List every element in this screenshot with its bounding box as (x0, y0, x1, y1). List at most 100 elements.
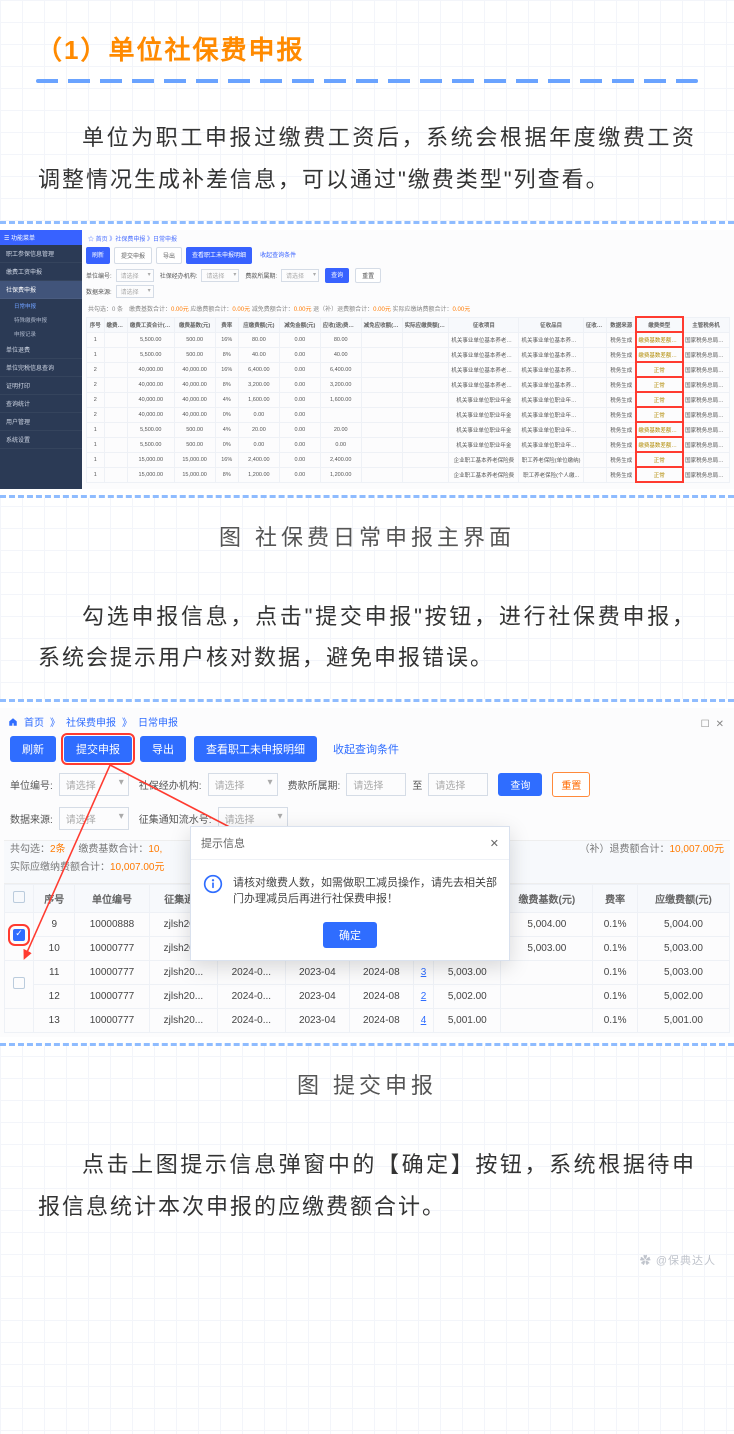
view-detail-button[interactable]: 查看职工未申报明细 (186, 247, 252, 264)
checkbox[interactable] (13, 929, 25, 941)
collapse-link[interactable]: 收起查询条件 (325, 736, 407, 762)
sidebar-item[interactable]: 单位退费 (0, 341, 82, 359)
col-header: 缴费基数(元) (501, 885, 593, 913)
section-heading: （1）单位社保费申报 (0, 0, 734, 73)
paragraph-2: 勾选申报信息，点击"提交申报"按钮，进行社保费申报，系统会提示用户核对数据，避免… (0, 562, 734, 700)
modal-title: 提示信息 (201, 835, 245, 851)
filter-bar: 单位编号:请选择 社保经办机构:请选择 费款所属期:请选择 查询 重置 (86, 268, 730, 283)
table-row[interactable]: 15,500.00500.008%40.000.0040.00机关事业单位基本养… (87, 347, 730, 362)
table-row[interactable]: 240,000.0040,000.000%0.000.00机关事业单位职业年金机… (87, 407, 730, 422)
org-select[interactable]: 请选择 (208, 773, 278, 796)
sidebar-item[interactable]: 系统设置 (0, 431, 82, 449)
count-link[interactable]: 4 (421, 1015, 427, 1026)
col-header: 征收品目 (519, 317, 583, 332)
col-header: 缴费人数 (104, 317, 127, 332)
col-header: 费率 (215, 317, 238, 332)
export-button[interactable]: 导出 (140, 736, 186, 762)
sidebar-item[interactable]: 缴费工资申报 (0, 263, 82, 281)
paragraph-3: 点击上图提示信息弹窗中的【确定】按钮，系统根据待申报信息统计本次申报的应缴费额合… (0, 1110, 734, 1248)
col-header: 减免金额(元) (279, 317, 320, 332)
col-header: 单位编号 (75, 885, 150, 913)
source-select[interactable]: 请选择 (59, 807, 129, 830)
data-table: 序号缴费人数缴费工资合计(元)缴费基数(元)费率应缴费额(元)减免金额(元)应收… (86, 317, 730, 483)
unit-select[interactable]: 请选择 (116, 269, 154, 282)
checkbox[interactable] (13, 891, 25, 903)
checkbox[interactable] (13, 977, 25, 989)
sidebar-item[interactable]: 证明打印 (0, 377, 82, 395)
view-detail-button[interactable]: 查看职工未申报明细 (194, 736, 317, 762)
sidebar-item-active[interactable]: 社保费申报 (0, 281, 82, 299)
sidebar-sub[interactable]: 申报记录 (0, 327, 82, 341)
close-icon[interactable]: ✕ (716, 719, 724, 730)
col-header: 实际应缴费额(元) (402, 317, 449, 332)
sidebar-sub-active[interactable]: 日常申报 (0, 299, 82, 313)
crumb: 日常申报 (138, 714, 178, 729)
filter-label: 单位编号: (86, 271, 112, 280)
submit-button[interactable]: 提交申报 (64, 736, 132, 762)
date-to[interactable]: 请选择 (428, 773, 488, 796)
col-header: 主管税务机 (683, 317, 730, 332)
table-row[interactable]: 240,000.0040,000.008%3,200.000.003,200.0… (87, 377, 730, 392)
query-button[interactable]: 查询 (325, 268, 349, 283)
sidebar-item[interactable]: 查询统计 (0, 395, 82, 413)
modal-body: 请核对缴费人数，如需做职工减员操作，请先去相关部门办理减员后再进行社保费申报！ (233, 874, 497, 906)
crumb[interactable]: 社保费申报 (66, 714, 116, 729)
table-row[interactable]: 240,000.0040,000.004%1,600.000.001,600.0… (87, 392, 730, 407)
watermark: ✿ @保典达人 (0, 1248, 734, 1268)
col-header: 缴费基数(元) (174, 317, 215, 332)
unit-select[interactable]: 请选择 (59, 773, 129, 796)
col-header: 征收子目 (583, 317, 606, 332)
table-row[interactable]: 15,500.00500.0016%80.000.0080.00机关事业单位基本… (87, 332, 730, 347)
screenshot-1: ☰ 功能菜单 职工参保信息管理 缴费工资申报 社保费申报 日常申报 特殊缴费申报… (0, 230, 734, 489)
filter-label: 社保经办机构: (139, 777, 202, 792)
org-select[interactable]: 请选择 (201, 269, 239, 282)
close-icon[interactable]: ✕ (490, 837, 499, 850)
filter-label: 费款所属期: (245, 271, 277, 280)
filter-label: 征集通知流水号: (139, 811, 212, 826)
summary-line: 共勾选：0 条 缴费基数合计：0.00元 应缴费额合计：0.00元 减免费额合计… (86, 304, 730, 317)
refresh-button[interactable]: 刷新 (86, 247, 110, 264)
table-row[interactable]: 1110000777zjlsh20...2024-0...2023-042024… (5, 961, 730, 985)
breadcrumb: ☆ 首页 》社保费申报 》日常申报 (86, 230, 730, 247)
table-row[interactable]: 15,500.00500.004%20.000.0020.00机关事业单位职业年… (87, 422, 730, 437)
sidebar-sub[interactable]: 特殊缴费申报 (0, 313, 82, 327)
col-header: 缴费工资合计(元) (127, 317, 174, 332)
sidebar-item[interactable]: 用户管理 (0, 413, 82, 431)
col-header: 数据来源 (607, 317, 636, 332)
refresh-button[interactable]: 刷新 (10, 736, 56, 762)
table-row[interactable]: 240,000.0040,000.0016%6,400.000.006,400.… (87, 362, 730, 377)
filter-label: 单位编号: (10, 777, 53, 792)
info-icon (203, 874, 223, 894)
collapse-link[interactable]: 收起查询条件 (256, 247, 300, 264)
count-link[interactable]: 3 (421, 967, 427, 978)
submit-button[interactable]: 提交申报 (114, 247, 152, 264)
ok-button[interactable]: 确定 (323, 922, 377, 948)
table-row[interactable]: 15,500.00500.000%0.000.000.00机关事业单位职业年金机… (87, 437, 730, 452)
filter-row-1: 单位编号:请选择 社保经办机构:请选择 费款所属期: 请选择 至 请选择 查询 … (4, 772, 730, 807)
date-from[interactable]: 请选择 (346, 773, 406, 796)
col-header: 序号 (34, 885, 75, 913)
reset-button[interactable]: 重置 (355, 268, 381, 283)
period-select[interactable]: 请选择 (281, 269, 319, 282)
sidebar: ☰ 功能菜单 职工参保信息管理 缴费工资申报 社保费申报 日常申报 特殊缴费申报… (0, 230, 82, 489)
count-link[interactable]: 2 (421, 991, 427, 1002)
to-label: 至 (412, 777, 422, 792)
sidebar-item[interactable]: 职工参保信息管理 (0, 245, 82, 263)
table-row[interactable]: 115,000.0015,000.0016%2,400.000.002,400.… (87, 452, 730, 467)
col-header (5, 885, 34, 913)
table-row[interactable]: 1210000777zjlsh20...2024-0...2023-042024… (5, 985, 730, 1009)
col-header: 减免应收额(元) (361, 317, 402, 332)
crumb[interactable]: 首页 (24, 714, 44, 729)
col-header: 应缴费额(元) (238, 317, 279, 332)
reset-button[interactable]: 重置 (552, 772, 590, 797)
source-select[interactable]: 请选择 (116, 285, 154, 298)
table-row[interactable]: 115,000.0015,000.008%1,200.000.001,200.0… (87, 467, 730, 482)
export-button[interactable]: 导出 (156, 247, 182, 264)
filter-label: 数据来源: (86, 287, 112, 296)
maximize-icon[interactable]: ☐ (701, 719, 710, 730)
query-button[interactable]: 查询 (498, 773, 542, 796)
paragraph-1: 单位为职工申报过缴费工资后，系统会根据年度缴费工资调整情况生成补差信息，可以通过… (0, 83, 734, 221)
figure-caption-2: 图 提交申报 (0, 1068, 734, 1100)
table-row[interactable]: 1310000777zjlsh20...2024-0...2023-042024… (5, 1009, 730, 1033)
sidebar-item[interactable]: 单位完税信息查询 (0, 359, 82, 377)
